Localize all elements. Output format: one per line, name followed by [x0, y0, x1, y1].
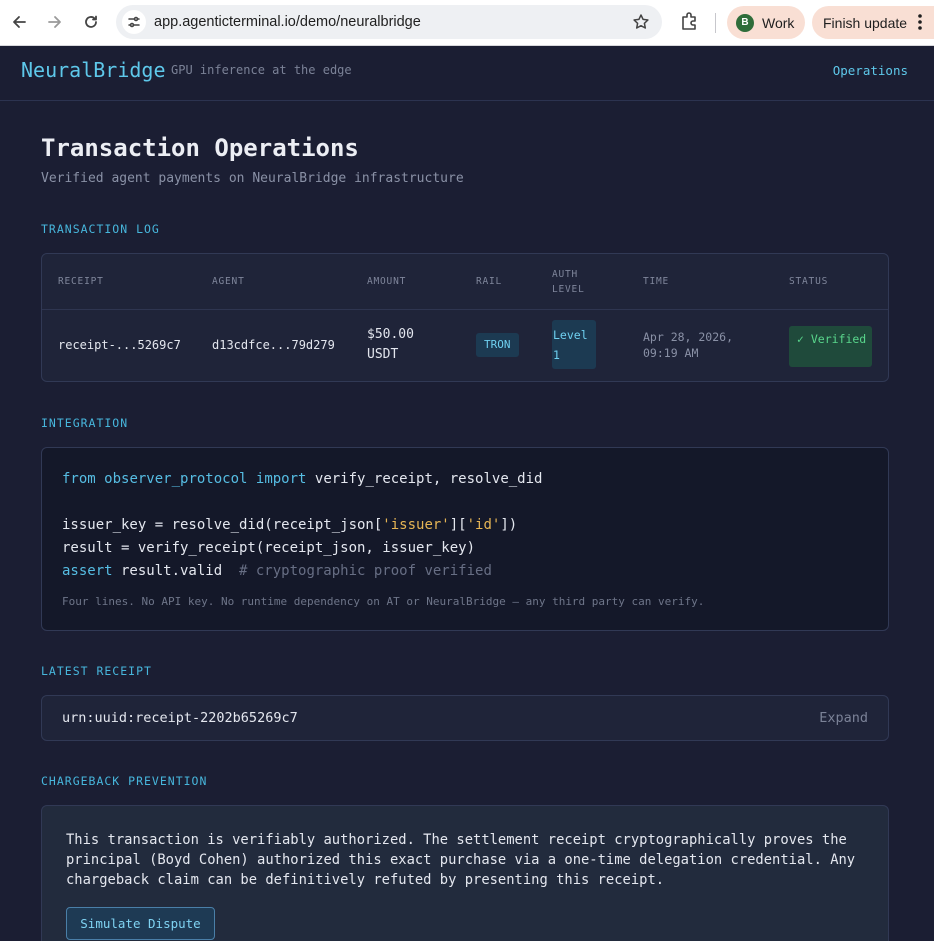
address-bar[interactable]: app.agenticterminal.io/demo/neuralbridge [116, 5, 662, 39]
time-clock: 09:19 AM [643, 346, 699, 360]
code-block: from observer_protocol import verify_rec… [41, 447, 889, 631]
latest-receipt-card: urn:uuid:receipt-2202b65269c7 Expand [41, 695, 889, 741]
back-icon[interactable] [8, 11, 30, 33]
column-header-time: TIME [643, 276, 670, 287]
extensions-icon[interactable] [679, 11, 699, 35]
integration-heading: INTEGRATION [41, 416, 129, 430]
column-header-status: STATUS [789, 276, 829, 287]
more-menu-icon[interactable] [918, 13, 922, 35]
simulate-dispute-button[interactable]: Simulate Dispute [66, 907, 215, 940]
amount-value: $50.00 [367, 327, 414, 342]
site-settings-icon[interactable] [122, 10, 146, 34]
forward-icon[interactable] [44, 11, 66, 33]
column-header-amount: AMOUNT [367, 276, 407, 287]
profile-button[interactable]: B Work [727, 6, 805, 39]
avatar: B [736, 13, 754, 32]
page-title: Transaction Operations [41, 134, 359, 162]
chargeback-card: This transaction is verifiably authorize… [41, 805, 889, 941]
column-header-auth-level: AUTH LEVEL [552, 268, 585, 295]
auth-level-text: Level 1 [553, 328, 588, 362]
reload-icon[interactable] [80, 11, 102, 33]
rail-badge: TRON [476, 333, 519, 357]
chargeback-text: This transaction is verifiably authorize… [66, 832, 856, 888]
page-subtitle: Verified agent payments on NeuralBridge … [41, 171, 464, 186]
brand-tagline: GPU inference at the edge [171, 63, 352, 77]
nav-operations-link[interactable]: Operations [833, 63, 908, 78]
receipt-urn: urn:uuid:receipt-2202b65269c7 [62, 710, 298, 726]
finish-update-button[interactable]: Finish update [812, 6, 934, 39]
amount-currency: USDT [367, 347, 399, 362]
browser-toolbar: app.agenticterminal.io/demo/neuralbridge… [0, 0, 934, 46]
chargeback-heading: CHARGEBACK PREVENTION [41, 774, 208, 788]
profile-name: Work [762, 14, 795, 31]
bookmark-star-icon[interactable] [632, 13, 650, 35]
column-header-receipt: RECEIPT [58, 276, 104, 287]
time-date: Apr 28, 2026, [643, 330, 734, 344]
code-snippet: from observer_protocol import verify_rec… [62, 471, 543, 579]
receipt-cell[interactable]: receipt-...5269c7 [58, 338, 181, 352]
column-header-rail: RAIL [476, 276, 503, 287]
agent-cell[interactable]: d13cdfce...79d279 [212, 338, 335, 352]
app-header: NeuralBridge GPU inference at the edge O… [0, 46, 934, 101]
auth-level-badge: Level 1 [552, 320, 596, 369]
integration-note: Four lines. No API key. No runtime depen… [62, 595, 705, 608]
toolbar-divider [715, 13, 716, 33]
url-text: app.agenticterminal.io/demo/neuralbridge [154, 14, 421, 30]
finish-update-label: Finish update [823, 14, 908, 31]
transaction-log-heading: TRANSACTION LOG [41, 222, 160, 236]
latest-receipt-heading: LATEST RECEIPT [41, 664, 152, 678]
status-badge: ✓ Verified [789, 326, 872, 367]
expand-button[interactable]: Expand [819, 710, 868, 726]
table-header-divider [42, 309, 888, 310]
transaction-table: RECEIPT AGENT AMOUNT RAIL AUTH LEVEL TIM… [41, 253, 889, 382]
brand-logo[interactable]: NeuralBridge [21, 58, 166, 82]
column-header-agent: AGENT [212, 276, 245, 287]
